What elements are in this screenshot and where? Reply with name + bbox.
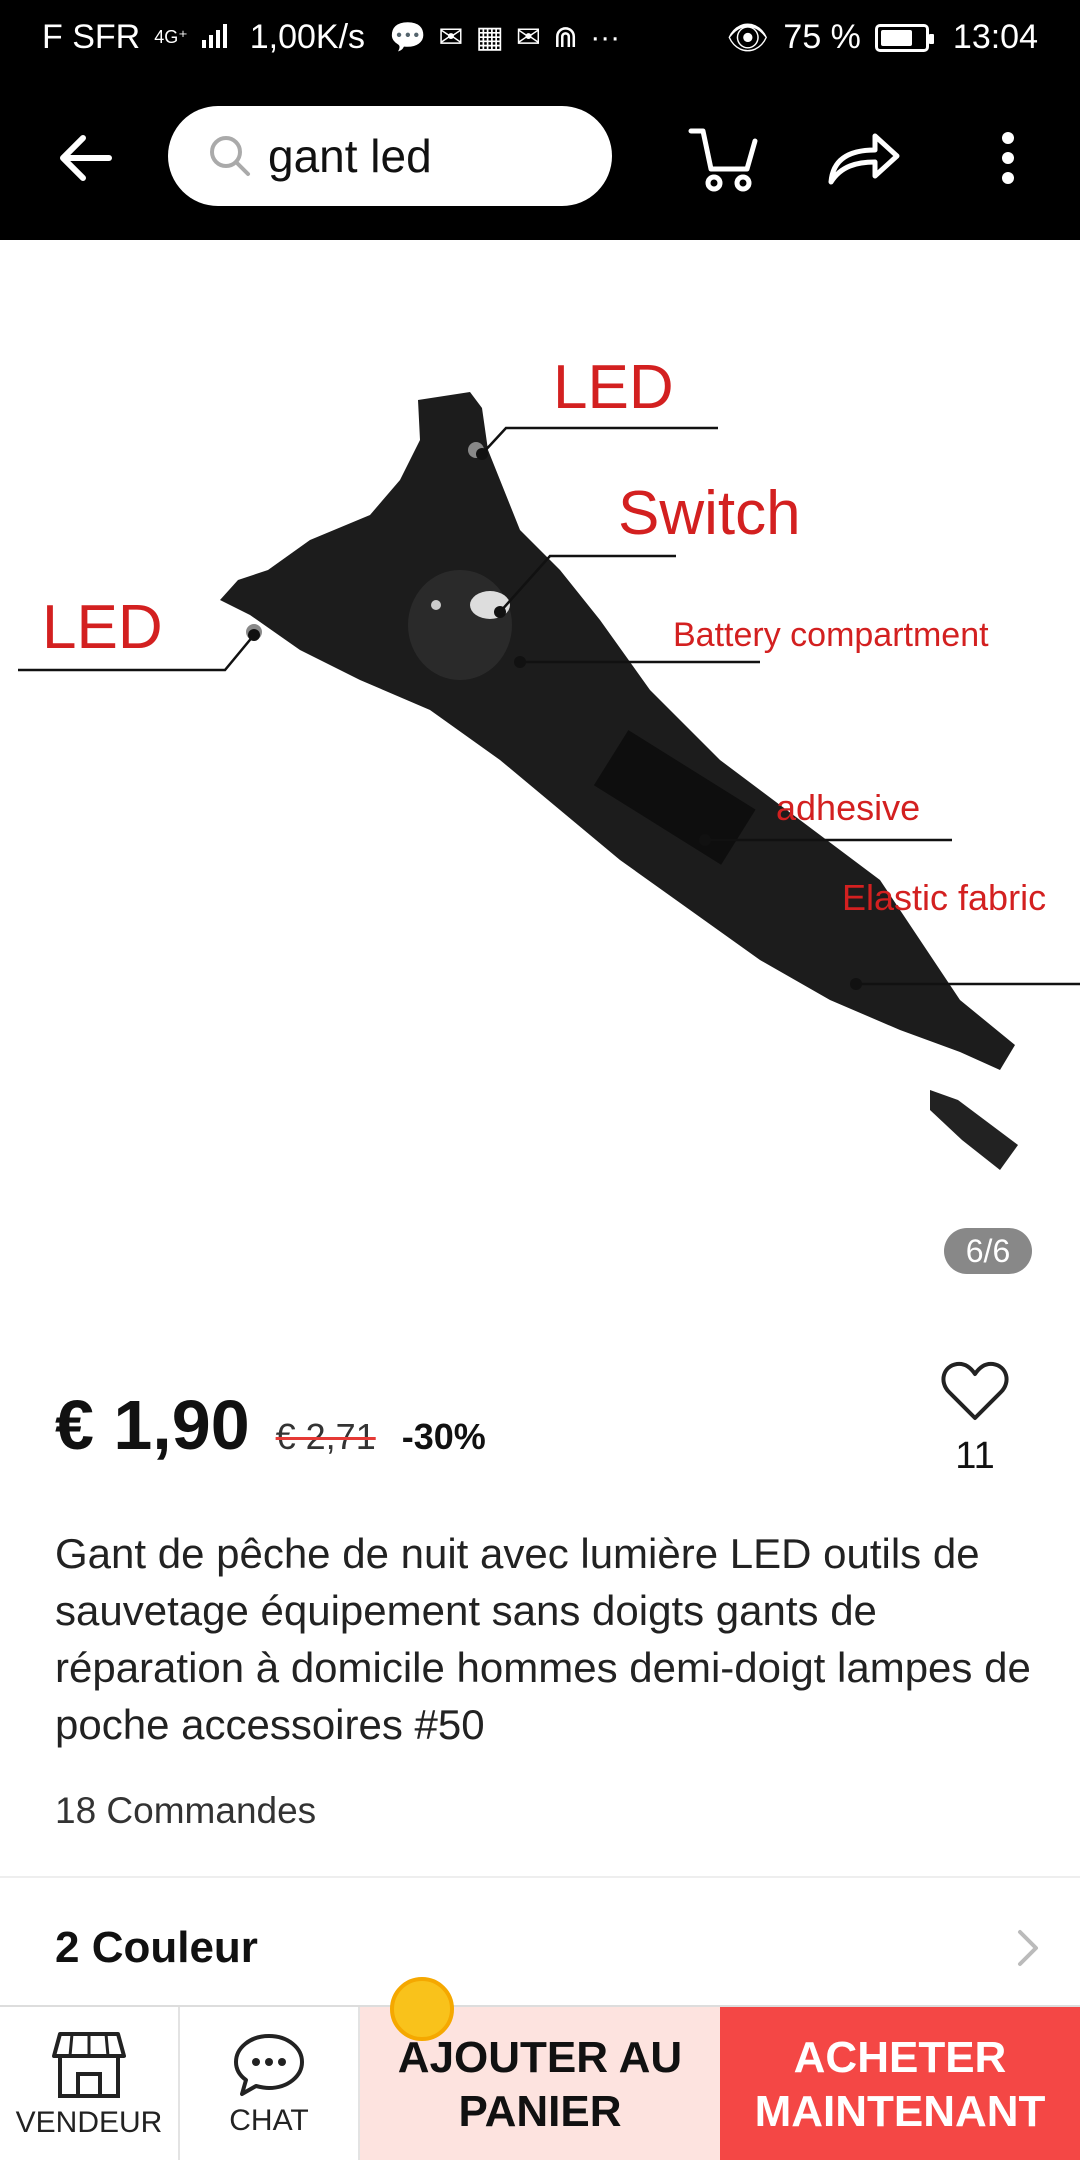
label-elastic: Elastic fabric (842, 877, 1046, 918)
heart-icon (941, 1361, 1009, 1420)
add-to-cart-line1: AJOUTER AU (397, 2032, 683, 2082)
status-bar: F SFR 4G⁺ 1,00K/s 💬 ✉ ▦ ✉ ⋒ ··· 👁 75 % 1… (0, 0, 1080, 75)
coin-icon (390, 1977, 454, 2041)
glove-diagram: LED Switch LED Battery compartment adhes… (18, 353, 1080, 1170)
product-title: Gant de pêche de nuit avec lumière LED o… (55, 1530, 1031, 1748)
vendor-button[interactable]: VENDEUR (0, 2007, 180, 2160)
gmail-icon: ✉ (438, 21, 464, 54)
image-counter: 6/6 (944, 1228, 1032, 1274)
more-button[interactable] (953, 75, 1063, 240)
add-to-cart-button[interactable]: AJOUTER AU PANIER (360, 1977, 720, 2160)
cart-icon (688, 128, 758, 191)
chat-button[interactable]: CHAT (180, 2007, 360, 2160)
search-query: gant led (268, 130, 432, 182)
share-button[interactable] (808, 75, 918, 240)
label-led-left: LED (42, 593, 163, 662)
signal-icon (201, 18, 228, 57)
battery-label: 75 % (783, 18, 861, 56)
label-adhesive: adhesive (776, 787, 920, 828)
divider (0, 1876, 1080, 1878)
store-icon (52, 2031, 126, 2098)
search-icon (210, 136, 250, 176)
time-label: 13:04 (952, 18, 1038, 56)
chat-icon (234, 2033, 304, 2096)
message-icon: 💬 (389, 21, 427, 54)
more-notifications-icon: ··· (590, 20, 621, 54)
colors-label: 2 Couleur (55, 1922, 258, 1972)
notification-icons: 💬 ✉ ▦ ✉ ⋒ ··· (389, 20, 620, 55)
app-icon: ⋒ (553, 21, 579, 54)
add-to-cart-line2: PANIER (458, 2086, 622, 2136)
calendar-icon: ▦ (475, 21, 504, 54)
cart-button[interactable] (668, 75, 778, 240)
carrier-label: F SFR (42, 18, 141, 56)
price-row: € 1,90 € 2,71 -30% (55, 1385, 486, 1465)
buy-now-button[interactable]: ACHETER MAINTENANT (720, 2007, 1080, 2160)
price: € 1,90 (55, 1386, 250, 1464)
label-switch: Switch (618, 479, 801, 548)
wishlist-button[interactable]: 11 (930, 1360, 1020, 1478)
orders-count: 18 Commandes (55, 1790, 317, 1831)
battery-fill (880, 29, 913, 46)
product-image[interactable]: LED Switch LED Battery compartment adhes… (0, 240, 1080, 1310)
back-button[interactable] (0, 75, 170, 240)
chevron-right-icon (1018, 1929, 1038, 1966)
eye-icon: 👁 (726, 18, 770, 57)
chat-label: CHAT (229, 2103, 309, 2137)
search-input[interactable]: gant led (168, 106, 612, 206)
color-selector[interactable]: 2 Couleur (0, 1900, 1080, 1995)
network-icon: 4G⁺ (154, 27, 188, 47)
more-icon (1002, 131, 1014, 184)
top-nav: gant led (0, 75, 1080, 240)
bottom-bar: VENDEUR CHAT AJOUTER AU PANIER ACHETER M… (0, 1977, 1080, 2160)
buy-now-line2: MAINTENANT (754, 2086, 1046, 2136)
wish-count: 11 (955, 1435, 995, 1477)
back-arrow-icon (60, 134, 112, 181)
speed-label: 1,00K/s (249, 18, 366, 56)
label-battery: Battery compartment (673, 616, 989, 654)
buy-now-line1: ACHETER (793, 2032, 1007, 2082)
discount-badge: -30% (401, 1416, 486, 1457)
label-led-top: LED (553, 353, 674, 422)
battery-icon (874, 23, 934, 52)
vendor-label: VENDEUR (15, 2105, 163, 2139)
old-price: € 2,71 (275, 1416, 376, 1457)
share-icon (828, 133, 900, 184)
mail-icon: ✉ (515, 21, 542, 54)
